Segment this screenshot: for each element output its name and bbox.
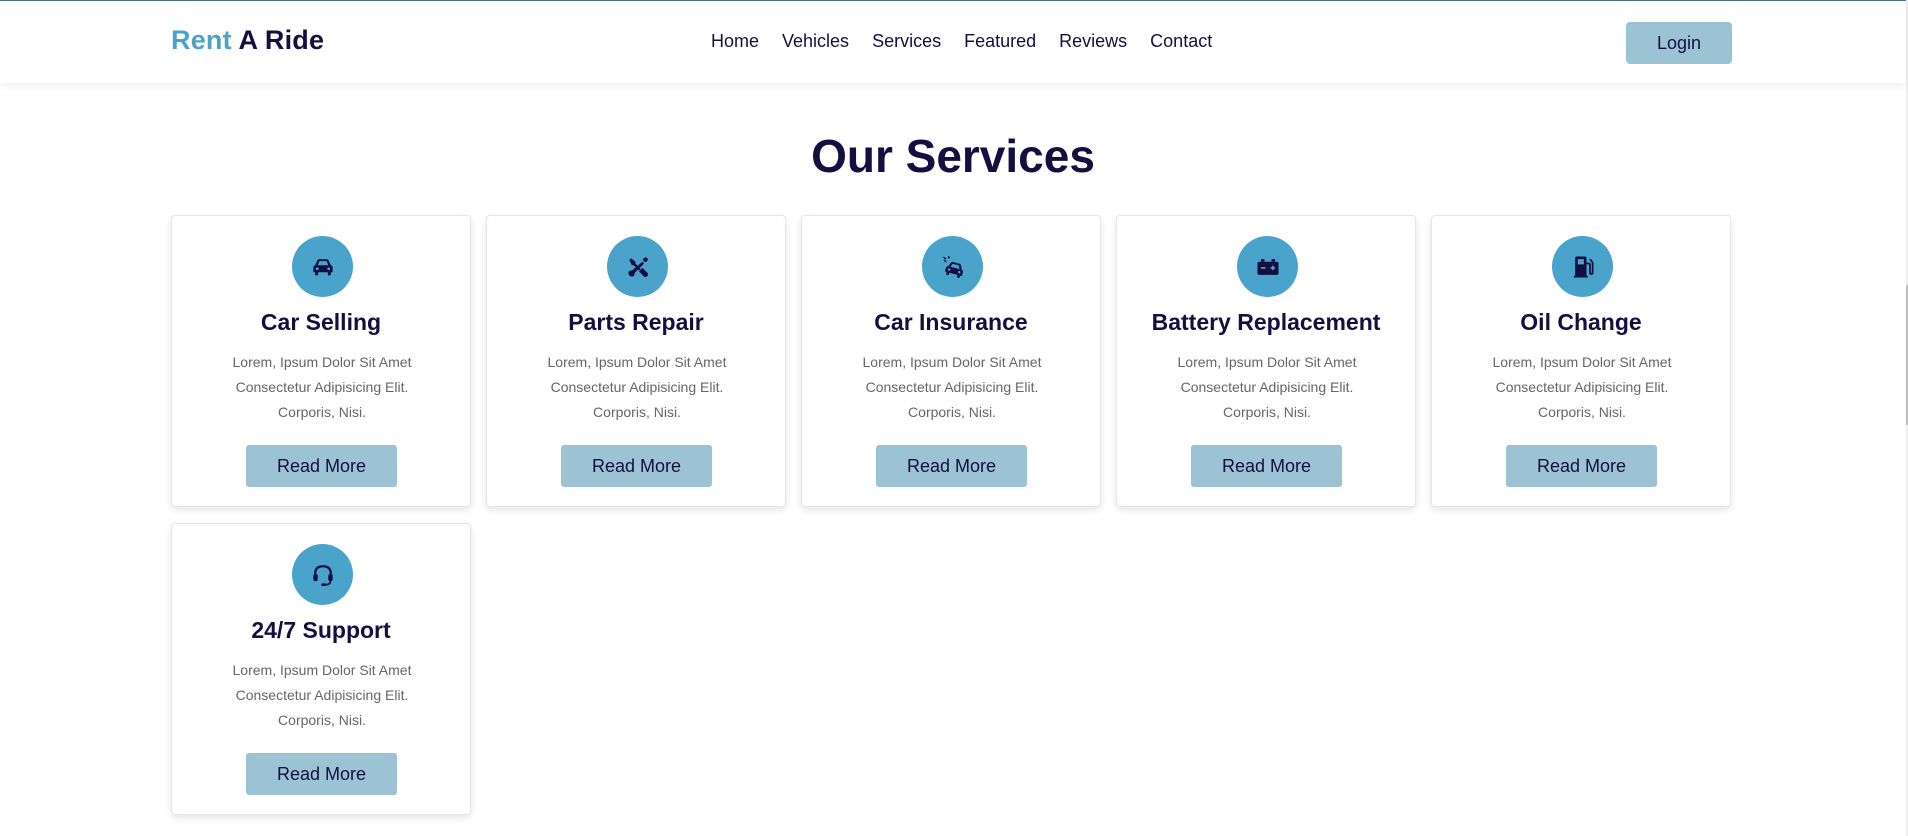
read-more-button[interactable]: Read More xyxy=(246,753,397,795)
login-button[interactable]: Login xyxy=(1626,22,1732,64)
read-more-button[interactable]: Read More xyxy=(246,445,397,487)
main-nav: Home Vehicles Services Featured Reviews … xyxy=(711,31,1235,52)
nav-vehicles[interactable]: Vehicles xyxy=(782,31,849,52)
service-card-support: 24/7 Support Lorem, Ipsum Dolor Sit Amet… xyxy=(171,523,471,815)
nav-home[interactable]: Home xyxy=(711,31,759,52)
nav-featured[interactable]: Featured xyxy=(964,31,1036,52)
tools-icon xyxy=(607,236,668,297)
car-crash-icon xyxy=(922,236,983,297)
service-title: Car Insurance xyxy=(874,309,1028,335)
service-description: Lorem, Ipsum Dolor Sit Amet Consectetur … xyxy=(862,354,1042,420)
read-more-button[interactable]: Read More xyxy=(1506,445,1657,487)
car-battery-icon xyxy=(1237,236,1298,297)
section-title-plain: Our xyxy=(811,130,906,182)
service-title: Oil Change xyxy=(1520,309,1642,335)
read-more-button[interactable]: Read More xyxy=(1191,445,1342,487)
read-more-button[interactable]: Read More xyxy=(876,445,1027,487)
site-header: Rent A Ride Home Vehicles Services Featu… xyxy=(0,1,1906,83)
nav-contact[interactable]: Contact xyxy=(1150,31,1212,52)
gas-pump-icon xyxy=(1552,236,1613,297)
service-title: 24/7 Support xyxy=(251,617,391,643)
service-card-oil-change: Oil Change Lorem, Ipsum Dolor Sit Amet C… xyxy=(1431,215,1731,507)
logo-accent: Rent xyxy=(171,25,232,55)
nav-services[interactable]: Services xyxy=(872,31,941,52)
service-card-car-selling: Car Selling Lorem, Ipsum Dolor Sit Amet … xyxy=(171,215,471,507)
service-card-battery-replacement: Battery Replacement Lorem, Ipsum Dolor S… xyxy=(1116,215,1416,507)
service-card-parts-repair: Parts Repair Lorem, Ipsum Dolor Sit Amet… xyxy=(486,215,786,507)
service-card-car-insurance: Car Insurance Lorem, Ipsum Dolor Sit Ame… xyxy=(801,215,1101,507)
section-title-highlight: Services xyxy=(905,130,1096,182)
headset-icon xyxy=(292,544,353,605)
service-description: Lorem, Ipsum Dolor Sit Amet Consectetur … xyxy=(1492,354,1672,420)
section-title: Our Services xyxy=(0,129,1906,183)
service-description: Lorem, Ipsum Dolor Sit Amet Consectetur … xyxy=(232,662,412,728)
service-description: Lorem, Ipsum Dolor Sit Amet Consectetur … xyxy=(232,354,412,420)
logo-text: A Ride xyxy=(231,25,325,55)
service-description: Lorem, Ipsum Dolor Sit Amet Consectetur … xyxy=(1177,354,1357,420)
read-more-button[interactable]: Read More xyxy=(561,445,712,487)
logo[interactable]: Rent A Ride xyxy=(171,25,324,56)
service-title: Battery Replacement xyxy=(1151,309,1381,335)
service-description: Lorem, Ipsum Dolor Sit Amet Consectetur … xyxy=(547,354,727,420)
nav-reviews[interactable]: Reviews xyxy=(1059,31,1127,52)
car-icon xyxy=(292,236,353,297)
service-title: Parts Repair xyxy=(568,309,704,335)
service-title: Car Selling xyxy=(260,309,382,335)
